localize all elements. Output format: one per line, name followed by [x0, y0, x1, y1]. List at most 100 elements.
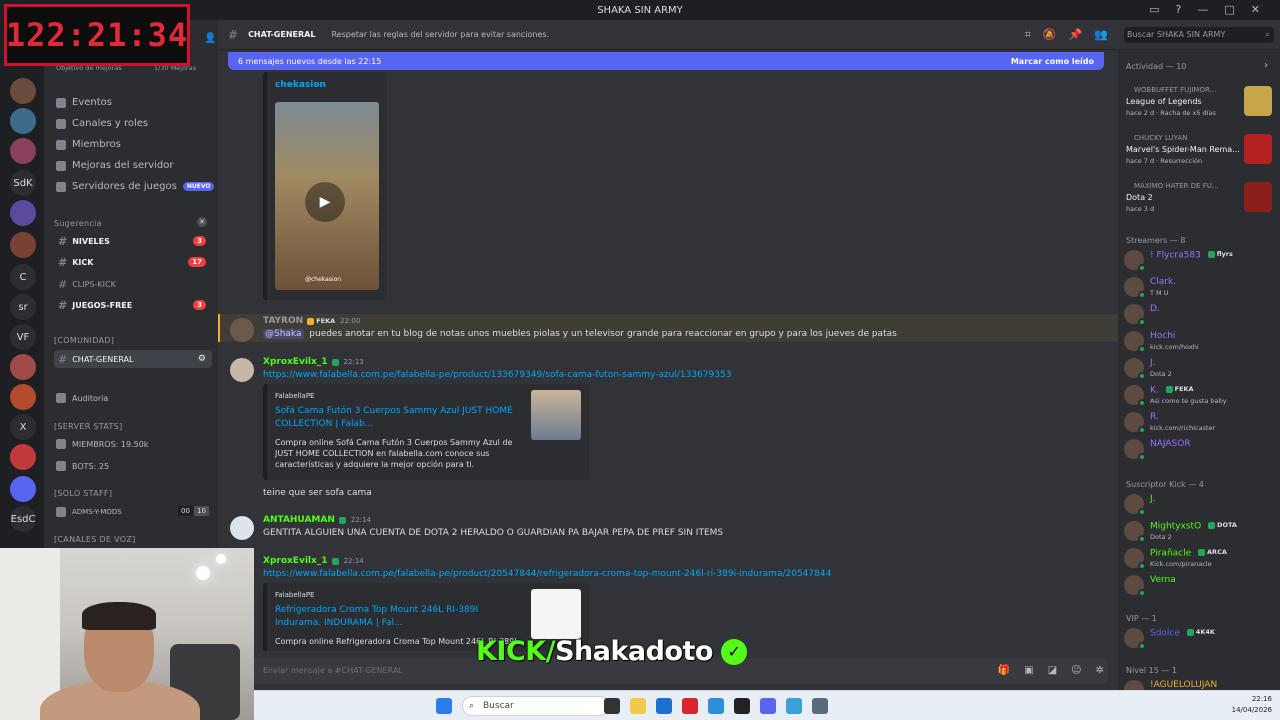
author-name[interactable]: TAYRON [263, 316, 303, 326]
avatar[interactable] [230, 516, 254, 540]
server-icon[interactable]: SdK [10, 170, 36, 196]
close-button[interactable]: ✕ [1251, 3, 1260, 16]
sticker-icon[interactable]: ◪ [1048, 665, 1057, 676]
member-row[interactable]: Pirañacle ARCA Kick.com/piranacle [1124, 546, 1276, 570]
member-row[interactable]: J. Dota 2 [1124, 356, 1276, 380]
inbox-icon[interactable]: ▭ [1149, 3, 1159, 16]
gif-icon[interactable]: ▣ [1024, 665, 1033, 676]
server-icon[interactable] [10, 200, 36, 226]
member-row[interactable]: D. [1124, 302, 1276, 326]
mark-as-read-button[interactable]: Marcar como leído [1011, 57, 1094, 66]
server-icon[interactable]: VF [10, 324, 36, 350]
chevron-right-icon[interactable]: › [1264, 60, 1268, 71]
start-icon[interactable] [436, 698, 452, 714]
pin-icon[interactable]: 📌 [1069, 28, 1083, 42]
discord-icon[interactable] [760, 698, 776, 714]
channel-auditoria[interactable]: Auditoria [56, 393, 108, 403]
embed-title[interactable]: Sofá Cama Futón 3 Cuerpos Sammy Azul JUS… [275, 405, 515, 431]
edge-icon[interactable] [708, 698, 724, 714]
channel-niveles[interactable]: # NIVELES 3 [54, 232, 212, 250]
nav-events[interactable]: Eventos [56, 97, 112, 108]
category-server-stats[interactable]: [SERVER STATS] [54, 422, 123, 431]
server-icon[interactable] [10, 354, 36, 380]
voice-adms-y-mods[interactable]: ADMS-Y-MODS [56, 507, 122, 517]
message-link[interactable]: https://www.falabella.com.pe/falabella-p… [263, 370, 731, 380]
minimize-button[interactable]: — [1197, 3, 1208, 16]
member-row[interactable]: J. [1124, 492, 1276, 516]
member-row[interactable]: R. kick.com/richicaster [1124, 410, 1276, 434]
calculator-icon[interactable] [812, 698, 828, 714]
notepad-icon[interactable] [786, 698, 802, 714]
emoji-icon[interactable]: ☺ [1071, 665, 1081, 676]
stat-bots[interactable]: BOTS: 25 [56, 461, 109, 471]
new-messages-bar[interactable]: 6 mensajes nuevos desde las 22:15 Marcar… [228, 52, 1104, 70]
channel-kick[interactable]: # KICK 17 [54, 253, 212, 271]
embed-provider[interactable]: FalabellaPE [275, 392, 314, 400]
activity-card[interactable]: CHUCKY LUYAN Marvel's Spider-Man Rema... h… [1124, 134, 1276, 178]
stat-members[interactable]: MIEMBROS: 19.50k [56, 439, 148, 449]
file-explorer-icon[interactable] [630, 698, 646, 714]
server-icon[interactable] [10, 108, 36, 134]
author-name[interactable]: ANTAHUAMAN [263, 515, 335, 525]
copilot-icon[interactable] [656, 698, 672, 714]
channel-juegos-free[interactable]: # JUEGOS-FREE 3 [54, 296, 212, 314]
server-icon[interactable] [10, 384, 36, 410]
embed-author[interactable]: chekasion [275, 80, 326, 90]
nav-channels-roles[interactable]: Canales y roles [56, 118, 148, 129]
avatar[interactable] [230, 318, 254, 342]
help-icon[interactable]: ? [1176, 3, 1182, 16]
server-icon[interactable] [10, 444, 36, 470]
embed-thumbnail[interactable] [531, 390, 581, 440]
nav-members[interactable]: Miembros [56, 139, 121, 150]
maximize-button[interactable]: □ [1224, 3, 1234, 16]
member-list-icon[interactable]: 👥 [1094, 28, 1108, 42]
server-icon[interactable]: C [10, 264, 36, 290]
category-solo-staff[interactable]: [SOLO STAFF] [54, 489, 112, 498]
system-clock[interactable]: 22:16 14/04/2026 [1232, 694, 1272, 716]
channel-topic[interactable]: Respetar las reglas del servidor para ev… [331, 30, 549, 39]
member-row[interactable]: MightyxstO DOTA Dota 2 [1124, 519, 1276, 543]
server-icon[interactable] [10, 476, 36, 502]
user-mention[interactable]: @Shaka [263, 329, 304, 339]
embed-provider[interactable]: FalabellaPE [275, 591, 314, 599]
server-icon[interactable] [10, 232, 36, 258]
category-comunidad[interactable]: [COMUNIDAD] [54, 336, 114, 345]
avatar[interactable] [230, 358, 254, 382]
author-name[interactable]: XproxEvilx_1 [263, 556, 328, 566]
member-row[interactable]: Hochi kick.com/hoxhi [1124, 329, 1276, 353]
channel-chat-general[interactable]: # CHAT-GENERAL ⚙ [54, 350, 212, 368]
search-input[interactable]: Buscar SHAKA SIN ARMY ⌕ [1124, 27, 1274, 43]
server-icon[interactable]: X [10, 414, 36, 440]
activity-card[interactable]: MAXIMO HATER DE FU... Dota 2 hace 3 d [1124, 182, 1276, 226]
channel-clips-kick[interactable]: # CLIPS-KICK [54, 275, 212, 293]
notifications-icon[interactable]: 🔕 [1043, 28, 1057, 42]
task-view-icon[interactable] [604, 698, 620, 714]
member-row[interactable]: NAJASOR [1124, 437, 1276, 461]
server-icon[interactable] [10, 78, 36, 104]
server-icon[interactable]: EsdC [10, 506, 36, 532]
nav-game-servers[interactable]: Servidores de juegos NUEVO [56, 181, 215, 192]
author-name[interactable]: XproxEvilx_1 [263, 357, 328, 367]
category-voice[interactable]: [CANALES DE VOZ] [54, 535, 136, 544]
dismiss-icon[interactable]: ✕ [197, 217, 207, 227]
play-icon[interactable]: ▶ [305, 182, 345, 222]
member-row[interactable]: ! Flycra583 flyrs [1124, 248, 1276, 272]
gift-icon[interactable]: 🎁 [998, 665, 1010, 676]
member-row[interactable]: Verna [1124, 573, 1276, 597]
settings-icon[interactable]: ⚙ [198, 354, 206, 364]
nav-server-boosts[interactable]: Mejoras del servidor [56, 160, 174, 171]
embed-title[interactable]: Refrigeradora Croma Top Mount 246L RI-38… [275, 604, 515, 630]
member-row[interactable]: Sdolce 4K4K [1124, 626, 1276, 650]
activity-card[interactable]: WOBBUFFET FUJIMOR... League of Legends hac… [1124, 86, 1276, 130]
invite-icon[interactable]: 👤 [204, 33, 216, 44]
threads-icon[interactable]: ⌗ [1025, 28, 1031, 42]
apps-icon[interactable]: ✲ [1096, 665, 1104, 676]
member-row[interactable]: Clark. T M U [1124, 275, 1276, 299]
video-thumbnail[interactable]: ▶ @chekasion [275, 102, 379, 290]
member-row[interactable]: K. FEKA Asi como te gusta baby [1124, 383, 1276, 407]
message-link[interactable]: https://www.falabella.com.pe/falabella-p… [263, 569, 831, 579]
server-icon[interactable] [10, 138, 36, 164]
taskbar-search[interactable]: ⌕ Buscar [462, 696, 610, 716]
app-icon[interactable] [682, 698, 698, 714]
embed-thumbnail[interactable] [531, 589, 581, 639]
